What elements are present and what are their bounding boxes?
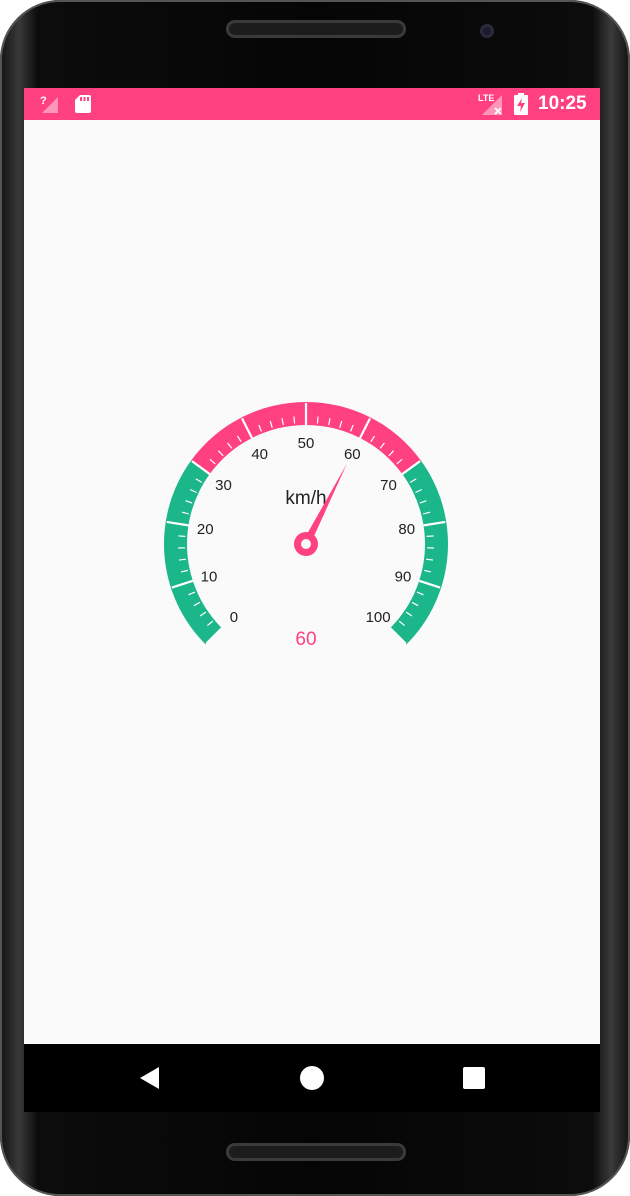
tick-label-0: 0 <box>230 609 238 626</box>
battery-charging-icon <box>514 88 528 120</box>
current-speed-value: 60 <box>295 629 316 650</box>
tick-label-20: 20 <box>197 521 214 538</box>
tick-label-60: 60 <box>344 446 361 463</box>
tick-label-90: 90 <box>395 569 412 586</box>
speedometer-gauge: 0 10 20 30 40 50 60 70 80 90 100 km/h 60 <box>163 402 448 650</box>
tick-label-70: 70 <box>380 477 397 494</box>
front-camera <box>480 24 494 38</box>
recents-icon[interactable] <box>460 1064 488 1092</box>
tick-label-40: 40 <box>251 446 268 463</box>
status-time: 10:25 <box>538 93 587 114</box>
lte-signal-icon: LTE <box>478 88 504 120</box>
home-icon[interactable] <box>298 1064 326 1092</box>
status-bar: ? LTE 10:25 <box>24 88 600 120</box>
earpiece-speaker <box>226 20 406 38</box>
tick-label-80: 80 <box>398 521 415 538</box>
phone-frame: ? LTE 10:25 0 10 20 30 40 50 60 70 80 90… <box>0 0 630 1196</box>
gauge-section-2 <box>390 460 448 645</box>
sd-card-icon <box>74 88 92 120</box>
tick-label-50: 50 <box>298 435 315 452</box>
navigation-bar <box>24 1044 600 1112</box>
needle-hub-center <box>301 539 311 549</box>
tick-label-10: 10 <box>201 569 218 586</box>
tick-label-100: 100 <box>366 609 391 626</box>
gauge-section-0 <box>163 460 222 645</box>
unit-label: km/h <box>285 488 326 509</box>
tick-label-30: 30 <box>215 477 232 494</box>
gauge-tick <box>316 416 319 424</box>
bottom-speaker <box>226 1143 406 1161</box>
gauge-tick-labels: 0 10 20 30 40 50 60 70 80 90 100 <box>197 435 415 626</box>
signal-unknown-icon: ? <box>38 88 60 120</box>
back-icon[interactable] <box>136 1064 164 1092</box>
svg-text:?: ? <box>40 95 47 107</box>
gauge-tick <box>293 416 296 424</box>
network-label: LTE <box>478 93 494 103</box>
